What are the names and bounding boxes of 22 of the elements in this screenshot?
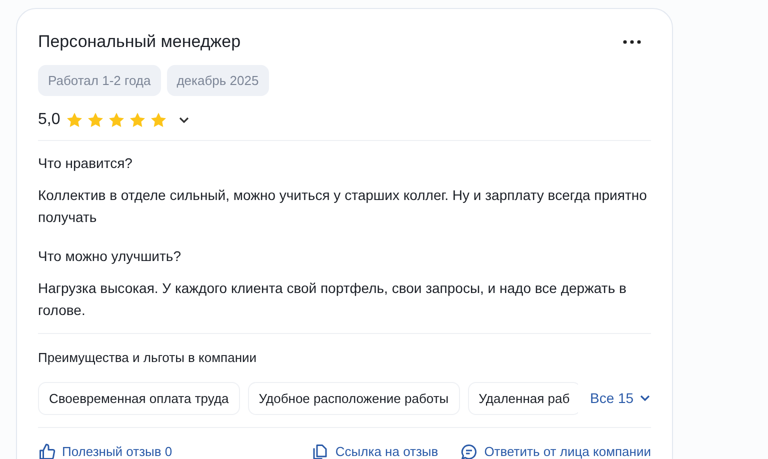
benefit-chip: Своевременная оплата труда: [38, 382, 240, 415]
helpful-button[interactable]: Полезный отзыв 0: [38, 442, 172, 459]
reply-button[interactable]: Ответить от лица компании: [460, 442, 651, 459]
more-icon[interactable]: [623, 40, 641, 44]
speech-bubble-icon: [460, 442, 478, 459]
thumbs-up-icon: [38, 442, 56, 459]
chevron-down-icon[interactable]: [179, 117, 190, 123]
tag: Работал 1-2 года: [38, 64, 161, 96]
section-heading: Что можно улучшить?: [38, 247, 182, 266]
review-title: Персональный менеджер: [38, 31, 241, 53]
chevron-down-icon: [640, 395, 650, 402]
review-text: Коллектив в отделе сильный, можно учиться у старших коллег. Ну и зарплату всегда приятно получать: [38, 186, 648, 227]
benefit-chip: Удобное расположение работы: [248, 382, 460, 415]
copy-link-button[interactable]: Ссылка на отзыв: [311, 442, 438, 459]
benefits-heading: Преимущества и льготы в компании: [38, 349, 258, 367]
show-all-button[interactable]: Все 15: [590, 388, 650, 409]
section-heading: Что нравится?: [38, 154, 134, 173]
rating-value: 5,0: [38, 110, 60, 130]
benefit-chip: Удаленная раб: [468, 382, 578, 415]
tag: декабрь 2025: [166, 64, 269, 96]
copy-icon: [311, 442, 330, 459]
review-text: Нагрузка высокая. У каждого клиента свой портфель, свои запросы, и надо все держать в голове.: [38, 279, 628, 320]
